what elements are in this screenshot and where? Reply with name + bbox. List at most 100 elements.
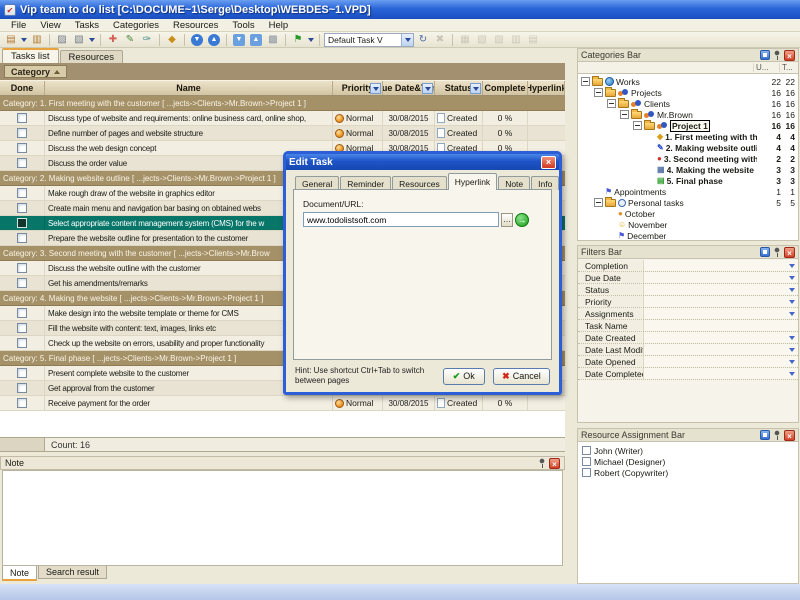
tree-item-3-second-meeting-with-the-c[interactable]: ●3. Second meeting with the c22: [578, 153, 798, 164]
task-done-checkbox[interactable]: [17, 278, 27, 288]
column-header-priority[interactable]: Priority: [333, 81, 383, 95]
refresh-view-button[interactable]: ↻: [415, 33, 431, 47]
column-header-hyperlink[interactable]: Hyperlink: [528, 81, 565, 95]
menu-file[interactable]: File: [4, 19, 33, 32]
expand-all-button[interactable]: ▼: [231, 33, 247, 47]
pin-icon[interactable]: [773, 430, 781, 440]
tree-item-appointments[interactable]: ⚑Appointments11: [578, 186, 798, 197]
tree-item-personal-tasks[interactable]: Personal tasks55: [578, 197, 798, 208]
open-url-icon[interactable]: [515, 213, 529, 227]
open-list-button[interactable]: ▥: [29, 33, 45, 47]
tree-item-november[interactable]: ☺November: [578, 219, 798, 230]
column-filter-dropdown[interactable]: [470, 83, 481, 94]
dialog-tab-info[interactable]: Info: [531, 176, 559, 190]
task-done-checkbox[interactable]: [17, 143, 27, 153]
tree-expand-box[interactable]: [581, 77, 590, 86]
resource-checkbox[interactable]: [582, 457, 591, 466]
float-icon[interactable]: [760, 247, 770, 257]
tree-item-project-1[interactable]: Project 11616: [578, 120, 798, 131]
filter-dropdown[interactable]: [785, 284, 798, 295]
tree-expand-box[interactable]: [620, 110, 629, 119]
task-done-checkbox[interactable]: [17, 308, 27, 318]
filter-value[interactable]: [643, 272, 785, 283]
tree-item-december[interactable]: ⚑December: [578, 230, 798, 241]
tree-expand-box[interactable]: [607, 99, 616, 108]
task-done-checkbox[interactable]: [17, 188, 27, 198]
move-down-button[interactable]: ▼: [189, 33, 205, 47]
task-done-checkbox[interactable]: [17, 113, 27, 123]
resource-row-robert-copywriter[interactable]: Robert (Copywriter): [578, 467, 798, 478]
note-tab-note[interactable]: Note: [2, 566, 37, 581]
permissions-button[interactable]: ◆: [164, 33, 180, 47]
menu-tasks[interactable]: Tasks: [68, 19, 106, 32]
cancel-button[interactable]: ✖ Cancel: [493, 368, 550, 385]
task-done-checkbox[interactable]: [17, 398, 27, 408]
print-grid-button[interactable]: ▩: [265, 33, 281, 47]
vertical-splitter[interactable]: [565, 48, 577, 584]
dialog-tab-hyperlink[interactable]: Hyperlink: [448, 173, 497, 190]
add-task-button[interactable]: ✚: [105, 33, 121, 47]
column-header-status[interactable]: Status: [435, 81, 483, 95]
dialog-tab-note[interactable]: Note: [498, 176, 530, 190]
column-filter-dropdown[interactable]: [422, 83, 433, 94]
filter-value[interactable]: [643, 320, 798, 331]
filter-dropdown[interactable]: [785, 272, 798, 283]
note-tab-search-result[interactable]: Search result: [38, 566, 107, 579]
close-icon[interactable]: [784, 430, 795, 441]
close-icon[interactable]: [784, 50, 795, 61]
ok-button[interactable]: ✔ Ok: [443, 368, 485, 385]
note-editor[interactable]: [2, 470, 563, 566]
column-header-name[interactable]: Name: [45, 81, 333, 95]
task-done-checkbox[interactable]: [17, 233, 27, 243]
browse-button[interactable]: [501, 213, 513, 227]
filter-value[interactable]: [643, 296, 785, 307]
filter-value[interactable]: [643, 260, 785, 271]
tree-expand-box[interactable]: [594, 88, 603, 97]
task-done-checkbox[interactable]: [17, 383, 27, 393]
menu-tools[interactable]: Tools: [225, 19, 261, 32]
tree-item-1-first-meeting-with-the-cust[interactable]: ◆1. First meeting with the cust44: [578, 131, 798, 142]
filter-dropdown[interactable]: [785, 260, 798, 271]
tree-item-works[interactable]: Works2222: [578, 76, 798, 87]
print-preview-button[interactable]: ▧: [71, 33, 87, 47]
menu-resources[interactable]: Resources: [166, 19, 225, 32]
task-view-combo[interactable]: Default Task V: [324, 33, 414, 47]
column-header-done[interactable]: Done: [0, 81, 45, 95]
edit-task-button[interactable]: ✎: [122, 33, 138, 47]
view-tab-resources[interactable]: Resources: [60, 50, 123, 63]
pin-icon[interactable]: [773, 50, 781, 60]
import-list-button[interactable]: ▤: [525, 33, 541, 47]
task-done-checkbox[interactable]: [17, 263, 27, 273]
task-done-checkbox[interactable]: [17, 218, 27, 228]
tree-item-projects[interactable]: Projects1616: [578, 87, 798, 98]
tree-item-2-making-website-outline[interactable]: ✎2. Making website outline44: [578, 142, 798, 153]
combo-dropdown-arrow[interactable]: [401, 34, 413, 46]
tree-expand-box[interactable]: [594, 198, 603, 207]
menu-view[interactable]: View: [33, 19, 67, 32]
pin-icon[interactable]: [538, 458, 546, 468]
column-header-due-date-time[interactable]: Due Date&Time: [383, 81, 435, 95]
float-icon[interactable]: [760, 50, 770, 60]
task-done-checkbox[interactable]: [17, 338, 27, 348]
dialog-title-bar[interactable]: Edit Task ×: [286, 154, 559, 170]
close-icon[interactable]: [784, 247, 795, 258]
dialog-close-button[interactable]: ×: [541, 156, 556, 169]
resource-checkbox[interactable]: [582, 446, 591, 455]
filter-value[interactable]: [643, 356, 785, 367]
task-done-checkbox[interactable]: [17, 368, 27, 378]
resource-row-john-writer[interactable]: John (Writer): [578, 445, 798, 456]
delete-view-button[interactable]: ✖: [432, 33, 448, 47]
filter-dropdown[interactable]: [785, 356, 798, 367]
category-group-row[interactable]: Category: 1. First meeting with the cust…: [0, 96, 565, 111]
pin-icon[interactable]: [773, 247, 781, 257]
toolbar-dropdown-arrow[interactable]: [20, 33, 28, 47]
resource-row-michael-designer[interactable]: Michael (Designer): [578, 456, 798, 467]
task-row[interactable]: Receive payment for the orderNormal30/08…: [0, 396, 565, 411]
task-done-checkbox[interactable]: [17, 128, 27, 138]
collapse-all-button[interactable]: ▲: [248, 33, 264, 47]
filter-value[interactable]: [643, 368, 785, 379]
menu-help[interactable]: Help: [262, 19, 296, 32]
filter-value[interactable]: [643, 308, 785, 319]
filter-dropdown[interactable]: [785, 296, 798, 307]
toolbar-dropdown-arrow[interactable]: [88, 33, 96, 47]
